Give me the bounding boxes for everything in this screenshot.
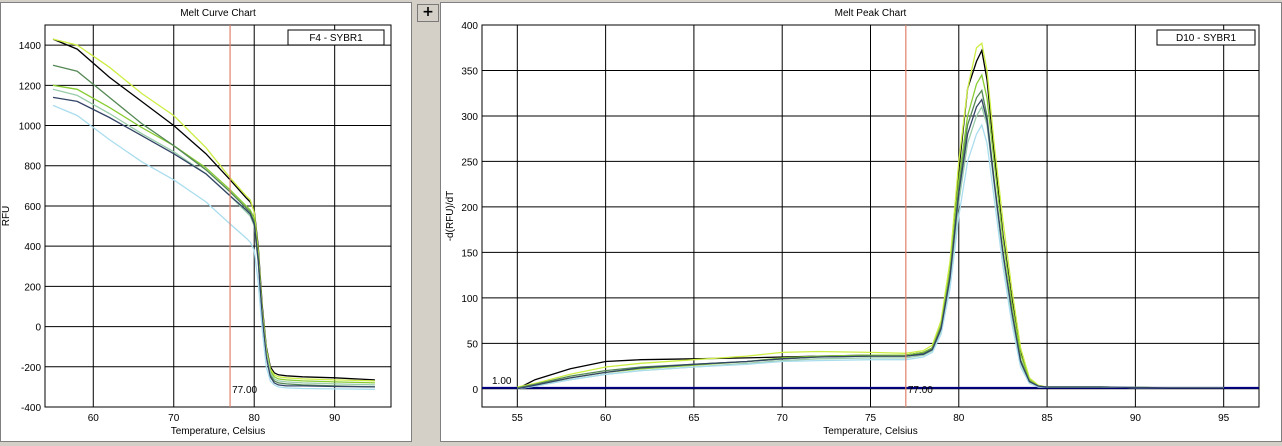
melt-peak-panel: Melt Peak Chart 55 60 65 70 75 80 85 90 95 0 50 100 1… bbox=[440, 2, 1282, 442]
y-tick-label: -400 bbox=[21, 403, 41, 414]
y-tick-label: 600 bbox=[24, 202, 41, 213]
y-tick-label: 800 bbox=[24, 162, 41, 173]
x-tick-label: 60 bbox=[88, 413, 100, 424]
temperature-marker-label: 77.00 bbox=[232, 385, 257, 396]
y-tick-label: 0 bbox=[35, 323, 41, 334]
legend-label: D10 - SYBR1 bbox=[1176, 33, 1236, 44]
y-axis-label: RFU bbox=[1, 206, 12, 227]
y-tick-label: 100 bbox=[461, 294, 478, 305]
x-tick-label: 70 bbox=[168, 413, 180, 424]
x-tick-label: 80 bbox=[953, 413, 965, 424]
x-tick-label: 75 bbox=[865, 413, 877, 424]
y-tick-label: 200 bbox=[461, 203, 478, 214]
y-tick-label: 200 bbox=[24, 282, 41, 293]
plot-area bbox=[44, 24, 392, 408]
x-tick-label: 55 bbox=[512, 413, 524, 424]
chart-title: Melt Curve Chart bbox=[180, 8, 256, 19]
x-axis-label: Temperature, Celsius bbox=[823, 426, 917, 437]
y-tick-label: 300 bbox=[461, 112, 478, 123]
x-tick-label: 85 bbox=[1042, 413, 1054, 424]
application-window: Melt Curve Chart 60 70 80 90 -400 -200 0 200 400 6… bbox=[0, 0, 1282, 444]
y-tick-label: 0 bbox=[472, 385, 478, 396]
panel-splitter[interactable] bbox=[412, 0, 440, 444]
x-tick-label: 90 bbox=[329, 413, 341, 424]
x-axis-label: Temperature, Celsius bbox=[171, 426, 265, 437]
y-tick-label: 50 bbox=[467, 339, 479, 350]
melt-curve-panel: Melt Curve Chart 60 70 80 90 -400 -200 0 200 400 6… bbox=[0, 2, 412, 442]
y-tick-label: 1000 bbox=[19, 122, 42, 133]
x-tick-label: 60 bbox=[600, 413, 612, 424]
x-tick-label: 95 bbox=[1218, 413, 1230, 424]
y-tick-label: 400 bbox=[461, 21, 478, 32]
x-tick-label: 90 bbox=[1130, 413, 1142, 424]
y-tick-label: 150 bbox=[461, 248, 478, 259]
x-tick-label: 80 bbox=[249, 413, 261, 424]
chart-title: Melt Peak Chart bbox=[835, 8, 907, 19]
x-tick-label: 70 bbox=[777, 413, 789, 424]
temperature-marker-label: 77.00 bbox=[908, 385, 933, 396]
melt-curve-chart: Melt Curve Chart 60 70 80 90 -400 -200 0 200 400 6… bbox=[1, 8, 392, 437]
threshold-label: 1.00 bbox=[492, 376, 512, 387]
melt-peak-chart: Melt Peak Chart 55 60 65 70 75 80 85 90 95 0 50 100 1… bbox=[445, 8, 1260, 437]
y-tick-label: 1400 bbox=[19, 41, 42, 52]
y-axis-label: -d(RFU)/dT bbox=[445, 191, 456, 242]
y-tick-label: 250 bbox=[461, 157, 478, 168]
legend-label: F4 - SYBR1 bbox=[309, 33, 363, 44]
y-tick-label: 350 bbox=[461, 66, 478, 77]
x-tick-label: 65 bbox=[688, 413, 700, 424]
y-tick-label: -200 bbox=[21, 363, 41, 374]
expand-button[interactable]: + bbox=[417, 4, 439, 22]
y-tick-label: 1200 bbox=[19, 81, 42, 92]
y-tick-label: 400 bbox=[24, 242, 41, 253]
